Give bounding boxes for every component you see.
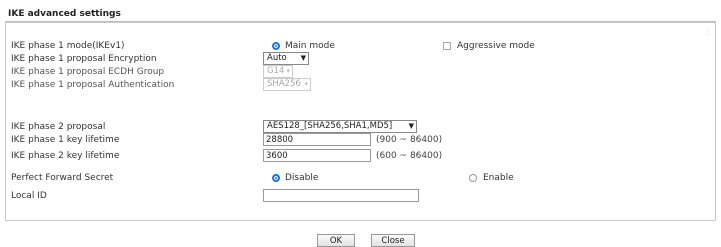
chevron-down-icon: ▾ [304,80,308,88]
phase1-encryption-label: IKE phase 1 proposal Encryption [11,54,157,64]
local-id-input[interactable] [263,189,419,202]
phase2-proposal-label: IKE phase 2 proposal [11,122,106,132]
phase1-ecdh-label: IKE phase 1 proposal ECDH Group [11,67,165,77]
phase1-ecdh-row: IKE phase 1 proposal ECDH Group G14 ▾ [6,65,715,79]
phase1-auth-select[interactable]: SHA256 ▾ [263,78,311,91]
phase1-auth-value: SHA256 [267,79,301,89]
corner-mark-icon: ∴ [706,29,711,37]
phase1-encryption-select[interactable]: Auto ▼ [263,52,309,65]
phase1-lifetime-input[interactable] [263,133,371,146]
chevron-down-icon: ▼ [300,54,306,62]
phase1-ecdh-value: G14 [267,66,285,76]
phase1-auth-label: IKE phase 1 proposal Authentication [11,80,175,90]
phase2-lifetime-input[interactable] [263,149,371,162]
phase2-proposal-row: IKE phase 2 proposal AES128_[SHA256,SHA1… [6,120,715,134]
phase1-encryption-value: Auto [267,53,287,63]
section-title: IKE advanced settings [5,8,716,22]
chevron-down-icon: ▾ [286,67,290,75]
phase1-mode-label: IKE phase 1 mode(IKEv1) [11,41,125,51]
pfs-disable-label: Disable [285,173,319,183]
aggressive-mode-radio[interactable] [443,42,451,50]
phase1-mode-row: IKE phase 1 mode(IKEv1) Main mode Aggres… [6,39,715,53]
main-mode-label: Main mode [285,41,335,51]
main-mode-radio[interactable] [272,42,280,50]
ike-settings-panel: ∴ IKE phase 1 mode(IKEv1) Main mode Aggr… [5,22,716,221]
pfs-enable-radio[interactable] [469,174,477,182]
phase2-proposal-select[interactable]: AES128_[SHA256,SHA1,MD5] ▼ [263,120,417,133]
pfs-disable-radio[interactable] [272,174,280,182]
pfs-label: Perfect Forward Secret [11,173,114,183]
phase1-ecdh-select[interactable]: G14 ▾ [263,65,293,78]
phase2-proposal-value: AES128_[SHA256,SHA1,MD5] [267,121,393,131]
phase2-lifetime-label: IKE phase 2 key lifetime [11,151,120,161]
aggressive-mode-label: Aggressive mode [457,41,535,51]
phase1-lifetime-label: IKE phase 1 key lifetime [11,135,120,145]
phase1-lifetime-range: (900 ~ 86400) [376,135,443,145]
phase1-encryption-row: IKE phase 1 proposal Encryption Auto ▼ [6,52,715,66]
phase1-lifetime-row: IKE phase 1 key lifetime (900 ~ 86400) [6,133,715,147]
phase2-lifetime-range: (600 ~ 86400) [376,151,443,161]
ok-button[interactable]: OK [317,234,355,247]
pfs-enable-label: Enable [483,173,514,183]
local-id-label: Local ID [11,191,47,201]
phase1-auth-row: IKE phase 1 proposal Authentication SHA2… [6,78,715,92]
local-id-row: Local ID [6,189,715,203]
close-button[interactable]: Close [371,234,415,247]
phase2-lifetime-row: IKE phase 2 key lifetime (600 ~ 86400) [6,149,715,163]
pfs-row: Perfect Forward Secret Disable Enable [6,171,715,185]
chevron-down-icon: ▼ [408,122,414,130]
